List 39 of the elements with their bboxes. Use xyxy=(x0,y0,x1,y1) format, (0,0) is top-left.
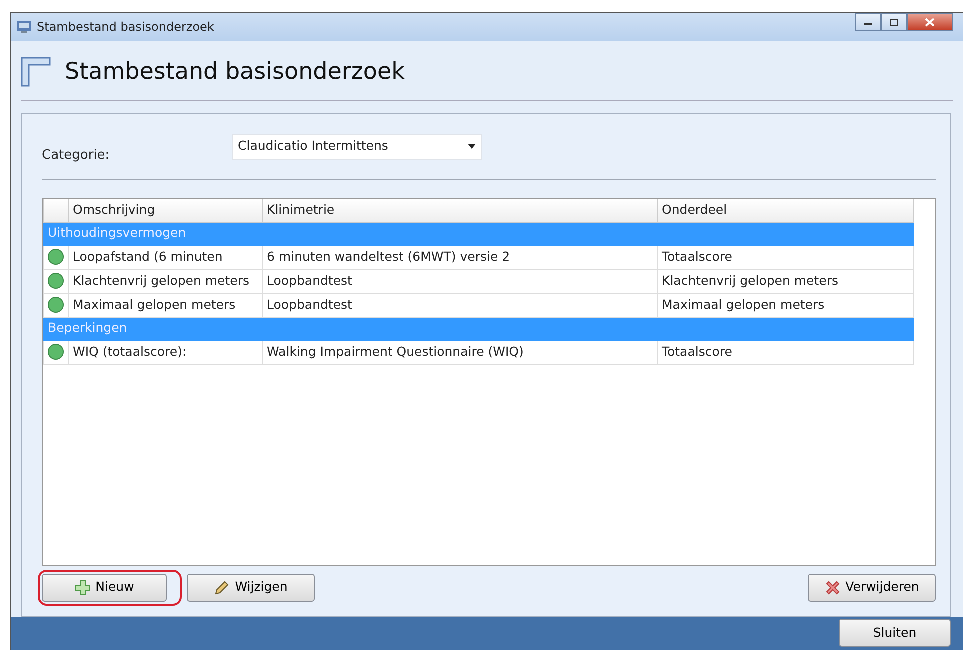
column-header xyxy=(44,199,68,222)
table-cell: Walking Impairment Questionnaire (WIQ) xyxy=(262,340,658,364)
delete-button[interactable]: Verwijderen xyxy=(808,574,936,602)
table-cell: Totaalscore xyxy=(658,340,914,364)
table-cell: Maximaal gelopen meters xyxy=(658,293,914,317)
corner-icon xyxy=(21,57,51,88)
status-dot-icon xyxy=(48,297,64,313)
table-cell: Maximaal gelopen meters xyxy=(68,293,262,317)
status-dot-icon xyxy=(48,273,64,289)
status-dot-icon xyxy=(48,344,64,360)
table-cell: Loopbandtest xyxy=(262,269,658,293)
table-cell: Klachtenvrij gelopen meters xyxy=(658,269,914,293)
maximize-button[interactable] xyxy=(881,13,907,31)
close-icon xyxy=(925,18,935,26)
category-label: Categorie: xyxy=(42,146,111,164)
close-button[interactable] xyxy=(907,13,953,31)
add-button[interactable]: Nieuw xyxy=(42,574,167,602)
table-cell: Klachtenvrij gelopen meters xyxy=(68,269,262,293)
dropdown-arrow-icon xyxy=(468,144,476,149)
minimize-button[interactable] xyxy=(855,13,881,31)
column-header[interactable]: Onderdeel xyxy=(658,199,914,222)
table-cell: 6 minuten wandeltest (6MWT) versie 2 xyxy=(262,245,658,269)
close-dialog-button[interactable]: Sluiten xyxy=(839,619,951,648)
table-cell: Totaalscore xyxy=(658,245,914,269)
pencil-icon xyxy=(214,580,230,596)
plus-icon xyxy=(74,580,91,596)
table-cell: Loopafstand (6 minuten xyxy=(68,245,262,269)
window-icon xyxy=(17,21,31,33)
maximize-icon xyxy=(889,18,899,26)
cross-icon xyxy=(824,580,841,596)
status-dot-icon xyxy=(48,249,64,265)
table-cell: Loopbandtest xyxy=(262,293,658,317)
category-dropdown[interactable]: Claudicatio Intermittens xyxy=(232,134,482,160)
edit-button[interactable]: Wijzigen xyxy=(187,574,315,602)
table-cell: WIQ (totaalscore): xyxy=(68,340,262,364)
window-title: Stambestand basisonderzoek xyxy=(37,19,214,36)
page-title: Stambestand basisonderzoek xyxy=(65,58,405,87)
column-header[interactable]: Omschrijving xyxy=(68,199,262,222)
column-header[interactable]: Klinimetrie xyxy=(262,199,658,222)
